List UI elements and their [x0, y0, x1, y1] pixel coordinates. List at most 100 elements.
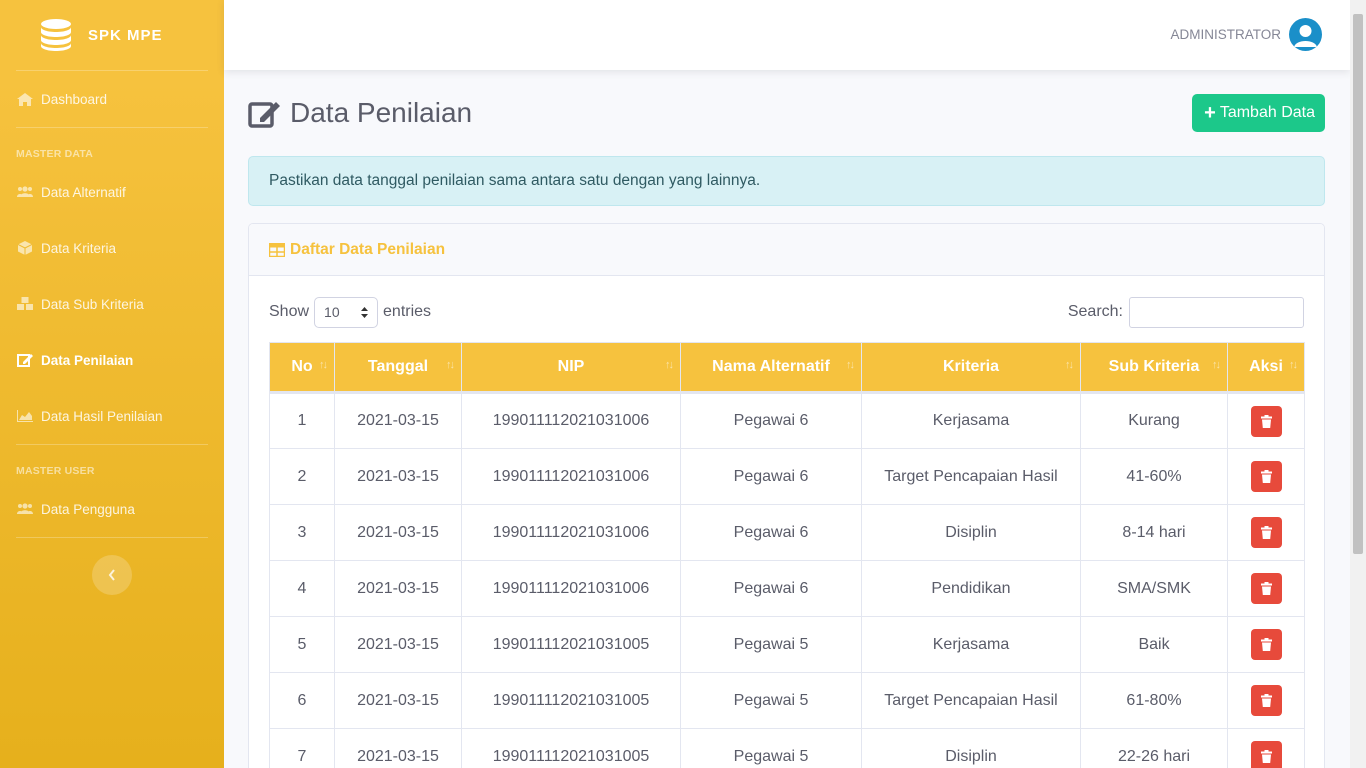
table-cell: 4	[269, 560, 335, 617]
delete-button[interactable]	[1250, 461, 1282, 492]
table-cell: 2	[269, 448, 335, 505]
column-header-sub-kriteria[interactable]: Sub Kriteria ↑↓	[1080, 342, 1228, 393]
table-row: 4 2021-03-15 199011112021031006 Pegawai 6 Pe…	[269, 560, 1305, 617]
brand[interactable]: SPK MPE	[0, 0, 224, 70]
sidebar-item-label: Data Hasil Penilaian	[41, 408, 163, 424]
trash-icon	[1260, 750, 1272, 763]
table-cell-actions	[1227, 616, 1305, 673]
table-cell: Pegawai 5	[680, 728, 862, 768]
home-icon	[16, 92, 34, 106]
users-icon	[16, 502, 34, 516]
table-row: 2 2021-03-15 199011112021031006 Pegawai 6 Ta…	[269, 448, 1305, 505]
table-cell: Target Pencapaian Hasil	[861, 672, 1081, 729]
trash-icon	[1260, 582, 1272, 595]
sidebar-item-data-penilaian[interactable]: Data Penilaian	[0, 332, 224, 388]
table-cell: Pendidikan	[861, 560, 1081, 617]
sidebar-divider	[16, 537, 208, 538]
table-cell: 2021-03-15	[334, 728, 462, 768]
sidebar-toggle-button[interactable]	[92, 555, 132, 595]
table-body: 1 2021-03-15 199011112021031006 Pegawai 6 Ke…	[269, 391, 1305, 768]
search-label: Search:	[1067, 303, 1123, 320]
table-cell: Pegawai 6	[680, 560, 862, 617]
column-header-no[interactable]: No ↑↓	[269, 342, 335, 393]
sidebar-item-label: Data Alternatif	[41, 184, 126, 200]
add-data-label: Tambah Data	[1219, 104, 1315, 121]
column-header-aksi[interactable]: Aksi ↑↓	[1227, 342, 1305, 393]
delete-button[interactable]	[1250, 629, 1282, 660]
table-cell: Pegawai 5	[680, 616, 862, 673]
cubes-icon	[16, 297, 34, 311]
sidebar-item-data-hasil-penilaian[interactable]: Data Hasil Penilaian	[0, 388, 224, 444]
table-cell: 5	[269, 616, 335, 673]
sidebar-heading-master-user: MASTER USER	[16, 465, 95, 477]
delete-button[interactable]	[1250, 573, 1282, 604]
delete-button[interactable]	[1250, 517, 1282, 548]
delete-button[interactable]	[1250, 405, 1282, 437]
table-cell: Disiplin	[861, 504, 1081, 561]
user-menu[interactable]: ADMINISTRATOR	[1170, 18, 1322, 51]
edit-icon	[248, 102, 280, 128]
cube-icon	[16, 241, 34, 255]
column-header-tanggal[interactable]: Tanggal ↑↓	[334, 342, 462, 393]
table-cell: 3	[269, 504, 335, 561]
sidebar-item-data-sub-kriteria[interactable]: Data Sub Kriteria	[0, 276, 224, 332]
sidebar: SPK MPE Dashboard MASTER DATA Data Alter…	[0, 0, 224, 768]
table-cell: Kerjasama	[861, 616, 1081, 673]
sidebar-item-data-kriteria[interactable]: Data Kriteria	[0, 220, 224, 276]
show-label: Show	[269, 303, 310, 320]
table-cell: 2021-03-15	[334, 504, 462, 561]
table-row: 7 2021-03-15 199011112021031005 Pegawai 5 Di…	[269, 728, 1305, 768]
table-cell: 2021-03-15	[334, 616, 462, 673]
delete-button[interactable]	[1250, 741, 1282, 768]
entries-select[interactable]: 10	[314, 296, 379, 328]
sidebar-item-dashboard[interactable]: Dashboard	[0, 71, 224, 127]
table-cell: Pegawai 5	[680, 672, 862, 729]
user-name: ADMINISTRATOR	[1170, 27, 1281, 42]
trash-icon	[1260, 470, 1272, 483]
page-scrollbar[interactable]	[1350, 0, 1366, 768]
table-cell-actions	[1227, 391, 1305, 449]
table-cell: Kurang	[1080, 391, 1228, 449]
table-cell: 22-26 hari	[1080, 728, 1228, 768]
sidebar-item-label: Data Penilaian	[41, 352, 134, 368]
table-cell: 2021-03-15	[334, 560, 462, 617]
sidebar-item-data-pengguna[interactable]: Data Pengguna	[0, 481, 224, 537]
table-cell-actions	[1227, 560, 1305, 617]
add-data-button[interactable]: + Tambah Data	[1192, 94, 1325, 132]
table-cell: 7	[269, 728, 335, 768]
sort-icon: ↑↓	[446, 359, 455, 371]
search-input[interactable]	[1129, 296, 1304, 328]
sort-icon: ↑↓	[846, 359, 855, 371]
table-cell-actions	[1227, 504, 1305, 561]
table-cell-actions	[1227, 672, 1305, 729]
chevron-left-icon	[108, 569, 115, 581]
edit-icon	[16, 353, 34, 367]
column-header-nip[interactable]: NIP ↑↓	[461, 342, 681, 393]
table-cell: 199011112021031006	[461, 560, 681, 617]
scrollbar-thumb[interactable]	[1353, 14, 1363, 554]
table-cell: 199011112021031005	[461, 672, 681, 729]
topbar: ADMINISTRATOR	[224, 0, 1350, 70]
table-cell-actions	[1227, 728, 1305, 768]
card-body: Show 10 entries Search: No ↑↓ Tanggal ↑↓…	[249, 276, 1324, 768]
page-header: Data Penilaian + Tambah Data	[248, 70, 1325, 156]
sidebar-item-data-alternatif[interactable]: Data Alternatif	[0, 164, 224, 220]
sort-icon: ↑↓	[665, 359, 674, 371]
trash-icon	[1260, 526, 1272, 539]
sidebar-item-label: Data Pengguna	[41, 501, 135, 517]
delete-button[interactable]	[1250, 685, 1282, 716]
brand-name: SPK MPE	[88, 26, 163, 44]
column-header-kriteria[interactable]: Kriteria ↑↓	[861, 342, 1081, 393]
data-table: No ↑↓ Tanggal ↑↓ NIP ↑↓ Nama Alternatif ↑↓ K…	[269, 342, 1305, 768]
sort-caret-icon	[361, 306, 369, 318]
column-header-nama-alternatif[interactable]: Nama Alternatif ↑↓	[680, 342, 862, 393]
table-row: 5 2021-03-15 199011112021031005 Pegawai 5 Ke…	[269, 616, 1305, 673]
trash-icon	[1260, 694, 1272, 707]
table-row: 1 2021-03-15 199011112021031006 Pegawai 6 Ke…	[269, 391, 1305, 449]
sidebar-item-label: Dashboard	[41, 91, 108, 107]
page-title: Data Penilaian	[248, 97, 472, 129]
trash-icon	[1260, 414, 1272, 428]
page-title-text: Data Penilaian	[290, 97, 473, 128]
table-cell: 199011112021031005	[461, 616, 681, 673]
table-cell: 2021-03-15	[334, 448, 462, 505]
